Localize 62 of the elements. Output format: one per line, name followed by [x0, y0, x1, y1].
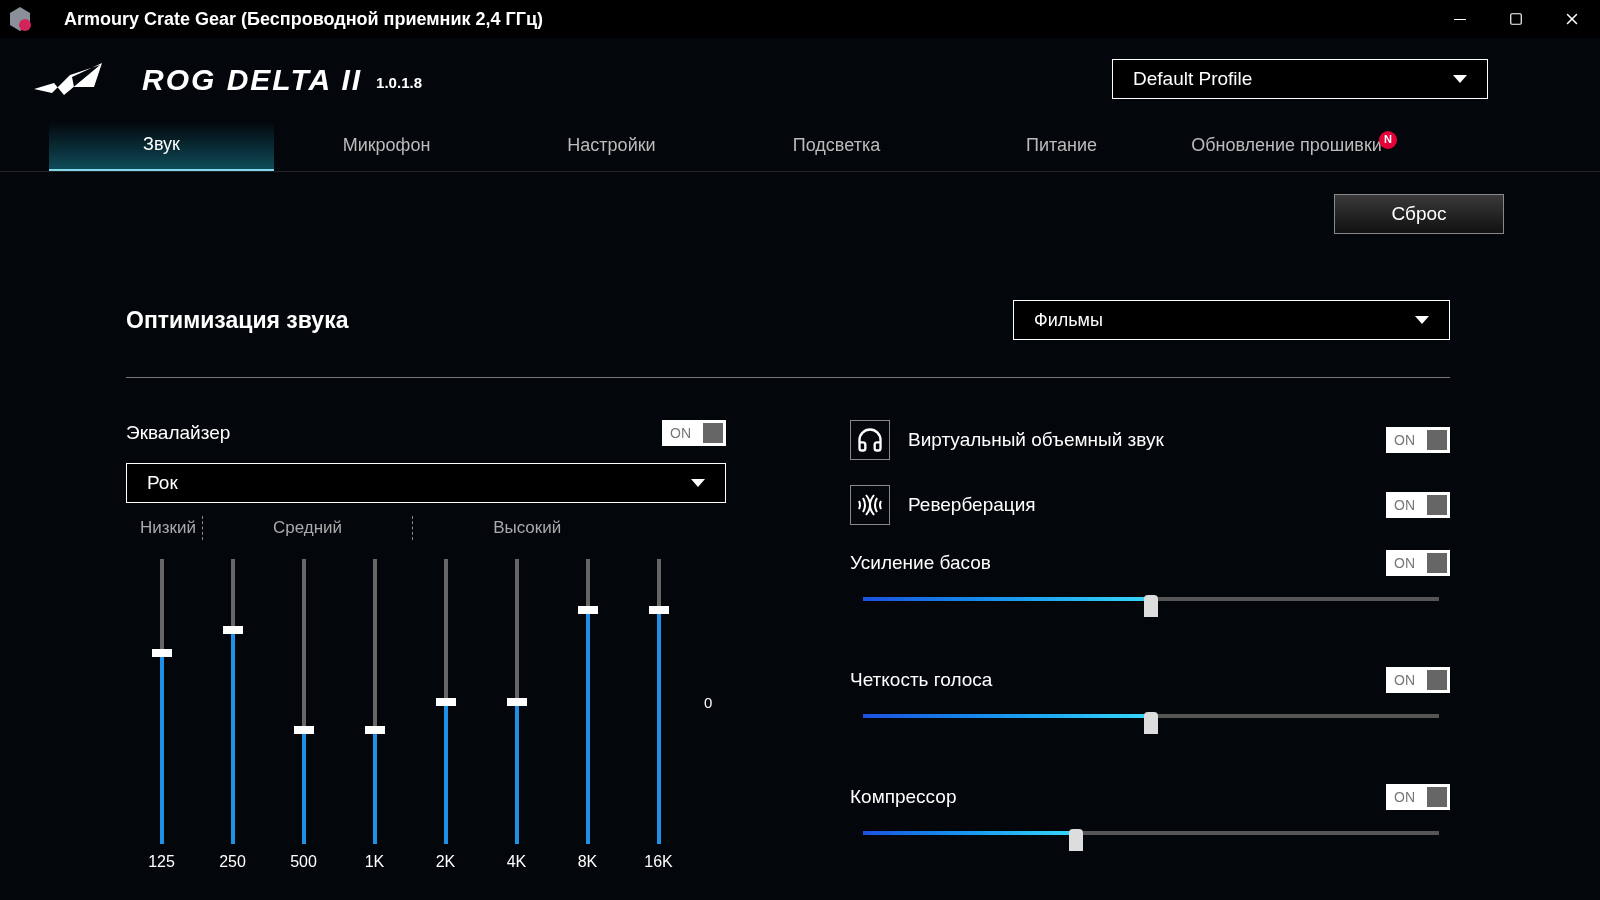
- eq-slider-thumb[interactable]: [435, 697, 456, 706]
- tab[interactable]: Подсветка: [724, 120, 949, 171]
- eq-slider-track[interactable]: [648, 559, 669, 844]
- tab[interactable]: Звук: [49, 120, 274, 171]
- eq-slider-thumb[interactable]: [577, 606, 598, 615]
- toggle-switch[interactable]: ON: [662, 420, 726, 446]
- eq-slider-track[interactable]: [506, 559, 527, 844]
- eq-slider-thumb[interactable]: [293, 726, 314, 734]
- slider-thumb[interactable]: [1069, 829, 1084, 851]
- slider-thumb[interactable]: [1144, 595, 1158, 617]
- frequency-label: 8K: [577, 852, 598, 872]
- eq-slider-thumb[interactable]: [364, 726, 385, 734]
- eq-slider-track[interactable]: [293, 559, 314, 844]
- toggle-switch[interactable]: ON: [1386, 492, 1450, 518]
- effect-label: Компрессор: [850, 784, 957, 809]
- toggle-switch[interactable]: ON: [1386, 667, 1450, 693]
- tab[interactable]: Настройки: [499, 120, 724, 171]
- equalizer-label: Эквалайзер: [126, 420, 231, 445]
- frequency-label: 250: [219, 852, 246, 872]
- frequency-label: 16K: [644, 852, 673, 872]
- tab[interactable]: Питание: [949, 120, 1174, 171]
- effect-label: Четкость голоса: [850, 667, 993, 692]
- tab[interactable]: Микрофон: [274, 120, 499, 171]
- window-title: Armoury Crate Gear (Беспроводной приемник 2,4 ГГц): [64, 7, 544, 31]
- slider-thumb[interactable]: [1144, 712, 1158, 734]
- eq-slider-track[interactable]: [435, 559, 456, 844]
- toggle-switch[interactable]: ON: [1386, 784, 1450, 810]
- effect-label: Реверберация: [908, 492, 1036, 517]
- toggle-switch[interactable]: ON: [1386, 550, 1450, 576]
- eq-preset-dropdown[interactable]: Рок: [126, 463, 726, 503]
- eq-slider-thumb[interactable]: [648, 606, 669, 615]
- frequency-label: 1K: [364, 852, 385, 872]
- section-title: Оптимизация звука: [126, 305, 349, 335]
- product-name: ROG DELTA II: [142, 61, 363, 98]
- eq-slider-thumb[interactable]: [506, 697, 527, 706]
- caret-icon: [691, 479, 705, 487]
- minimize-icon: [1454, 18, 1466, 20]
- caret-icon: [1453, 75, 1467, 84]
- caret-icon: [1415, 316, 1429, 324]
- eq-slider-track[interactable]: [151, 559, 172, 844]
- eq-slider-track[interactable]: [577, 559, 598, 844]
- eq-slider-thumb[interactable]: [222, 626, 243, 635]
- preset-dropdown[interactable]: Фильмы: [1013, 300, 1450, 340]
- frequency-label: 4K: [506, 852, 527, 872]
- eq-slider-thumb[interactable]: [151, 649, 172, 658]
- zero-label: 0: [704, 693, 713, 712]
- effect-label: Виртуальный объемный звук: [908, 427, 1164, 452]
- maximize-icon: [1509, 12, 1523, 26]
- frequency-label: 125: [148, 852, 175, 872]
- range-label: Средний: [273, 517, 343, 540]
- eq-slider-track[interactable]: [364, 559, 385, 844]
- profile-dropdown[interactable]: Default Profile: [1112, 59, 1488, 100]
- reset-button[interactable]: Сброс: [1334, 194, 1504, 234]
- range-label: Низкий: [140, 517, 196, 540]
- toggle-switch[interactable]: ON: [1386, 427, 1450, 453]
- range-label: Высокий: [493, 517, 562, 540]
- frequency-label: 2K: [435, 852, 456, 872]
- effect-label: Усиление басов: [850, 550, 991, 575]
- version-label: 1.0.1.8: [376, 73, 422, 94]
- frequency-label: 500: [290, 852, 317, 872]
- headphones-icon: [856, 426, 884, 454]
- eq-slider-track[interactable]: [222, 559, 243, 844]
